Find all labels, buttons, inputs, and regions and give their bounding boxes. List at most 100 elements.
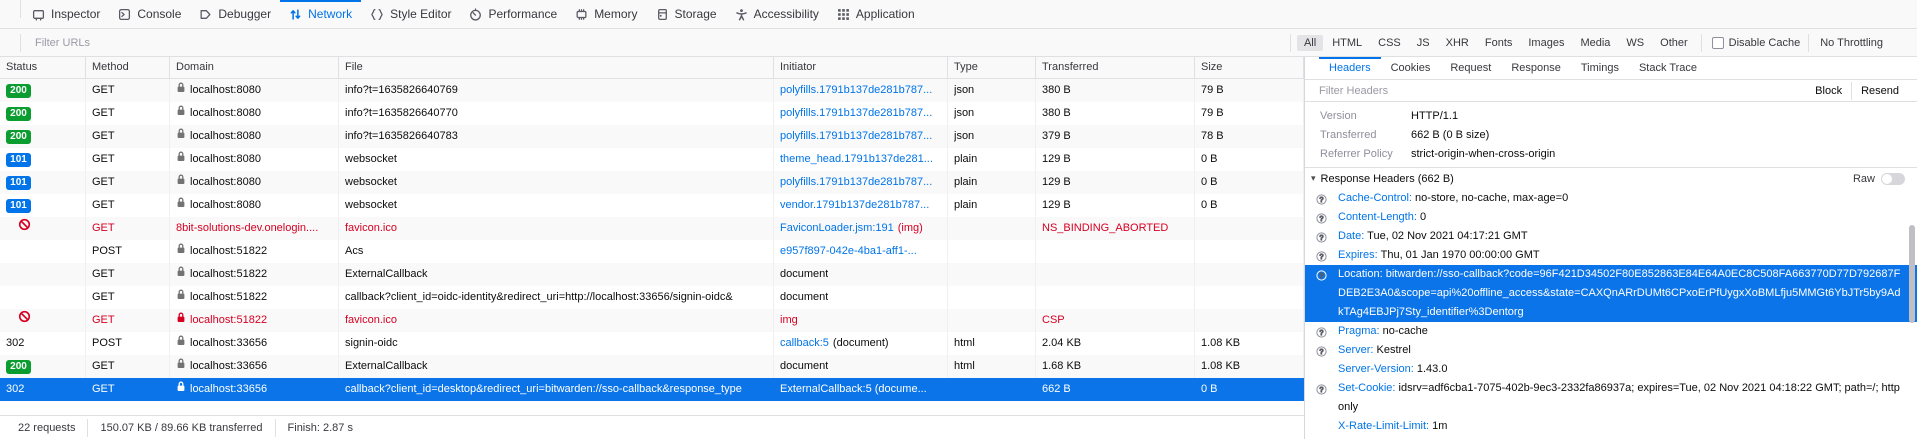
pick-element-button[interactable] — [0, 0, 18, 28]
cell-initiator: document — [774, 263, 948, 286]
close-devtools-button[interactable] — [1899, 0, 1917, 28]
blocked-icon — [18, 218, 31, 231]
column-header-file[interactable]: File — [339, 57, 774, 78]
request-row[interactable]: GET8bit-solutions-dev.onelogin....favico… — [0, 217, 1304, 240]
detail-tab-response[interactable]: Response — [1501, 57, 1571, 79]
response-header-row[interactable]: ?Pragma: no-cache — [1305, 322, 1917, 341]
type-filter-css[interactable]: CSS — [1371, 35, 1408, 51]
panel-tab-console[interactable]: Console — [109, 0, 190, 28]
request-row[interactable]: 200GETlocalhost:8080info?t=1635826640770… — [0, 102, 1304, 125]
response-header-row[interactable]: ?Date: Tue, 02 Nov 2021 04:17:21 GMT — [1305, 227, 1917, 246]
type-filter-media[interactable]: Media — [1573, 35, 1617, 51]
type-filter-xhr[interactable]: XHR — [1439, 35, 1476, 51]
type-filter-images[interactable]: Images — [1521, 35, 1571, 51]
column-header-type[interactable]: Type — [948, 57, 1036, 78]
panel-tab-network[interactable]: Network — [280, 0, 361, 28]
svg-text:?: ? — [1320, 387, 1324, 394]
initiator-link[interactable]: theme_head.1791b137de281... — [780, 148, 933, 171]
panel-tab-debugger[interactable]: Debugger — [190, 0, 280, 28]
responsive-design-button[interactable] — [1863, 0, 1881, 28]
initiator-link[interactable]: FaviconLoader.jsm:191 — [780, 217, 894, 240]
column-header-size[interactable]: Size — [1195, 57, 1304, 78]
column-header-domain[interactable]: Domain — [170, 57, 339, 78]
summary-label: Referrer Policy — [1320, 145, 1411, 164]
detail-tab-stack-trace[interactable]: Stack Trace — [1629, 57, 1707, 79]
panel-tabs: InspectorConsoleDebuggerNetworkStyle Edi… — [23, 0, 924, 28]
panel-tab-memory[interactable]: Memory — [566, 0, 646, 28]
initiator-link[interactable]: e957f897-042e-4ba1-aff1-... — [780, 240, 917, 263]
request-row[interactable]: GETlocalhost:51822callback?client_id=oid… — [0, 286, 1304, 309]
type-filter-ws[interactable]: WS — [1619, 35, 1651, 51]
transferred-summary: 150.07 KB / 89.66 KB transferred — [90, 422, 272, 434]
panel-tab-storage[interactable]: Storage — [647, 0, 726, 28]
request-row[interactable]: 200GETlocalhost:33656ExternalCallbackdoc… — [0, 355, 1304, 378]
response-header-row[interactable]: ?Content-Length: 0 — [1305, 208, 1917, 227]
initiator-link[interactable]: polyfills.1791b137de281b787... — [780, 125, 932, 148]
initiator-text: (img) — [898, 217, 923, 240]
initiator-link[interactable]: polyfills.1791b137de281b787... — [780, 79, 932, 102]
request-row[interactable]: 302GETlocalhost:33656callback?client_id=… — [0, 378, 1304, 401]
request-row[interactable]: POSTlocalhost:51822Acse957f897-042e-4ba1… — [0, 240, 1304, 263]
throttling-select[interactable]: No Throttling — [1811, 37, 1896, 49]
response-header-row[interactable]: Server-Version: 1.43.0 — [1305, 360, 1917, 379]
filter-urls-input[interactable] — [29, 37, 1234, 49]
details-scrollbar[interactable] — [1909, 225, 1915, 323]
request-row[interactable]: 200GETlocalhost:8080info?t=1635826640769… — [0, 79, 1304, 102]
response-headers-section[interactable]: ▾ Response Headers (662 B) Raw — [1305, 167, 1917, 189]
request-row[interactable]: 101GETlocalhost:8080websocketvendor.1791… — [0, 194, 1304, 217]
type-filter-html[interactable]: HTML — [1325, 35, 1369, 51]
request-row[interactable]: 200GETlocalhost:8080info?t=1635826640783… — [0, 125, 1304, 148]
header-name: Cache-Control: — [1338, 192, 1412, 204]
type-filter-js[interactable]: JS — [1410, 35, 1437, 51]
panel-tab-label: Memory — [594, 7, 637, 21]
type: plain — [954, 148, 977, 171]
initiator-link[interactable]: polyfills.1791b137de281b787... — [780, 102, 932, 125]
cell-transferred: 129 B — [1036, 194, 1195, 217]
devtools-menu-button[interactable] — [1881, 0, 1899, 28]
detail-tab-timings[interactable]: Timings — [1571, 57, 1629, 79]
column-header-initiator[interactable]: Initiator — [774, 57, 948, 78]
request-row[interactable]: 101GETlocalhost:8080websocketpolyfills.1… — [0, 171, 1304, 194]
detail-tab-request[interactable]: Request — [1440, 57, 1501, 79]
response-header-row[interactable]: ?Set-Cookie: idsrv=adf6cba1-7075-402b-9e… — [1305, 379, 1917, 417]
split-panel-toggle-button[interactable] — [1305, 57, 1319, 79]
detail-tab-headers[interactable]: Headers — [1319, 57, 1381, 79]
network-status-bar: 22 requests 150.07 KB / 89.66 KB transfe… — [0, 415, 1304, 439]
type-filter-fonts[interactable]: Fonts — [1478, 35, 1520, 51]
disable-cache-checkbox[interactable] — [1712, 37, 1724, 49]
initiator-link[interactable]: callback:5 — [780, 332, 829, 355]
column-header-status[interactable]: Status — [0, 57, 86, 78]
request-row[interactable]: GETlocalhost:51822ExternalCallbackdocume… — [0, 263, 1304, 286]
response-header-row[interactable]: X-Rate-Limit-Limit: 1m — [1305, 417, 1917, 436]
request-row[interactable]: 101GETlocalhost:8080websockettheme_head.… — [0, 148, 1304, 171]
request-details-pane: HeadersCookiesRequestResponseTimingsStac… — [1305, 57, 1917, 439]
initiator-link[interactable]: polyfills.1791b137de281b787... — [780, 171, 932, 194]
response-header-row[interactable]: ?Expires: Thu, 01 Jan 1970 00:00:00 GMT — [1305, 246, 1917, 265]
detail-tab-cookies[interactable]: Cookies — [1381, 57, 1441, 79]
cell-initiator: polyfills.1791b137de281b787... — [774, 79, 948, 102]
block-request-button[interactable]: Block — [1808, 85, 1849, 97]
request-row[interactable]: GETlocalhost:51822favicon.icoimgCSP — [0, 309, 1304, 332]
raw-headers-toggle[interactable] — [1881, 173, 1905, 185]
cell-status — [0, 286, 86, 309]
filter-headers-input[interactable] — [1313, 85, 1808, 97]
panel-tab-performance[interactable]: Performance — [460, 0, 566, 28]
panel-tab-accessibility[interactable]: Accessibility — [726, 0, 828, 28]
response-header-row[interactable]: ?Cache-Control: no-store, no-cache, max-… — [1305, 189, 1917, 208]
response-header-row[interactable]: ?Location: bitwarden://sso-callback?code… — [1305, 265, 1917, 322]
type-filter-other[interactable]: Other — [1653, 35, 1695, 51]
column-header-method[interactable]: Method — [86, 57, 170, 78]
panel-tab-inspector[interactable]: Inspector — [23, 0, 109, 28]
panel-tab-style-editor[interactable]: Style Editor — [361, 0, 460, 28]
column-header-transferred[interactable]: Transferred — [1036, 57, 1195, 78]
type-filter-all[interactable]: All — [1297, 35, 1323, 51]
type: plain — [954, 171, 977, 194]
initiator-link[interactable]: vendor.1791b137de281b787... — [780, 194, 929, 217]
devtools-window: InspectorConsoleDebuggerNetworkStyle Edi… — [0, 0, 1917, 439]
cell-file: ExternalCallback — [339, 263, 774, 286]
response-header-row[interactable]: ?Server: Kestrel — [1305, 341, 1917, 360]
resend-button[interactable]: Resend — [1854, 85, 1909, 97]
panel-tab-application[interactable]: Application — [828, 0, 924, 28]
request-row[interactable]: 302POSTlocalhost:33656signin-oidccallbac… — [0, 332, 1304, 355]
cell-size: 0 B — [1195, 171, 1304, 194]
